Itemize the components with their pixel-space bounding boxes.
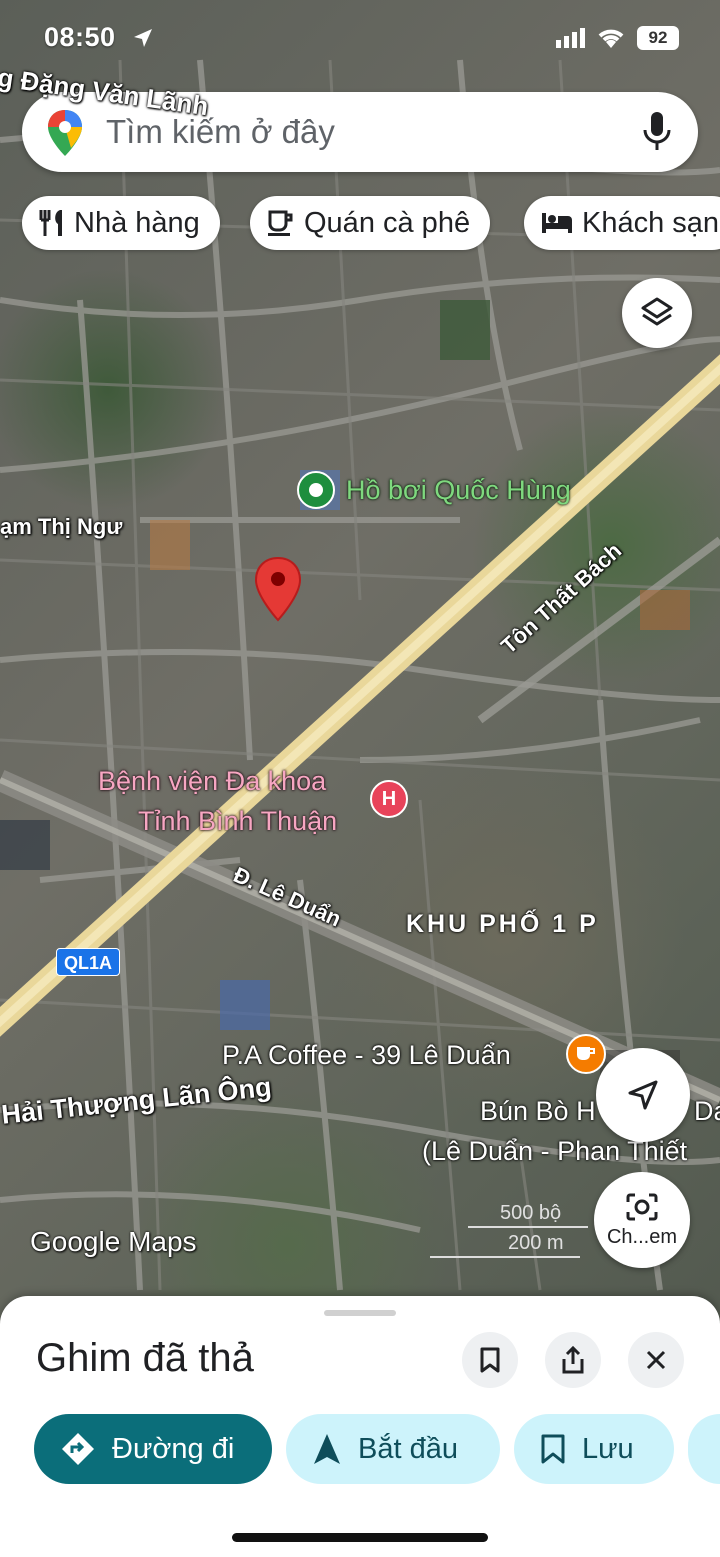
search-input[interactable]: Tìm kiếm ở đây	[106, 113, 335, 151]
layers-button[interactable]	[622, 278, 692, 348]
close-icon	[646, 1350, 666, 1370]
battery-indicator: 92	[637, 26, 679, 50]
chip-label: Khách sạn	[582, 206, 720, 239]
save-button[interactable]: Lưu	[514, 1414, 674, 1484]
share-icon	[562, 1345, 584, 1374]
start-button[interactable]: Bắt đầu	[286, 1414, 500, 1484]
bookmark-icon	[541, 1434, 565, 1464]
directions-button[interactable]: Đường đi	[34, 1414, 272, 1484]
place-label: P.A Coffee - 39 Lê Duẩn	[222, 1040, 511, 1070]
navigation-arrow-icon	[314, 1434, 340, 1464]
google-maps-logo: Google Maps	[30, 1226, 197, 1257]
chip-coffee[interactable]: Quán cà phê	[250, 196, 491, 250]
status-time: 08:50	[44, 22, 116, 52]
scale-m: 200 m	[508, 1232, 564, 1254]
restaurant-icon	[39, 210, 62, 236]
chip-restaurants[interactable]: Nhà hàng	[22, 196, 220, 250]
district-label: KHU PHỐ 1 P	[406, 910, 599, 938]
google-maps-pin-icon	[48, 110, 82, 156]
my-location-button[interactable]	[596, 1048, 690, 1142]
save-icon-button[interactable]	[462, 1332, 518, 1388]
camera-label: Ch...em	[606, 1225, 678, 1248]
chip-label: Quán cà phê	[304, 206, 471, 239]
home-indicator	[232, 1533, 488, 1542]
scale-bar	[468, 1226, 588, 1228]
cellular-signal-icon	[556, 28, 585, 48]
place-label: Hồ bơi Quốc Hùng	[346, 475, 571, 505]
place-label: Bún Bò H	[480, 1096, 596, 1126]
coffee-icon	[268, 210, 293, 236]
coffee-marker-icon	[566, 1034, 606, 1074]
location-arrow-icon	[134, 29, 152, 47]
hospital-marker-icon: H	[370, 780, 408, 818]
hotel-icon	[542, 213, 572, 233]
action-label: Bắt đầu	[358, 1432, 458, 1465]
camera-icon	[626, 1193, 658, 1220]
sheet-drag-handle[interactable]	[324, 1310, 396, 1316]
map-scale: 500 bộ 200 m	[430, 1198, 590, 1258]
navigation-arrow-icon	[628, 1080, 658, 1110]
sheet-title: Ghim đã thả	[36, 1336, 254, 1380]
action-label: Đường đi	[112, 1432, 235, 1465]
bottom-sheet[interactable]: Ghim đã thả Đường đi Bắt đầu Lưu	[0, 1296, 720, 1557]
chip-hotels[interactable]: Khách sạn	[524, 196, 720, 250]
scale-bar	[430, 1256, 580, 1258]
street-label: ạm Thị Ngư	[0, 514, 123, 539]
dropped-pin-icon[interactable]	[254, 556, 302, 622]
place-label: Tỉnh Bình Thuận	[138, 806, 338, 836]
chip-label: Nhà hàng	[74, 206, 200, 239]
highway-shield: QL1A	[56, 948, 120, 976]
status-bar: 08:50 92	[0, 18, 720, 62]
wifi-icon	[598, 29, 624, 48]
layers-icon	[641, 297, 673, 326]
camera-search-button[interactable]: Ch...em	[594, 1172, 690, 1268]
action-label: Lưu	[582, 1432, 634, 1465]
share-button[interactable]	[545, 1332, 601, 1388]
place-marker-icon	[297, 471, 335, 509]
bookmark-icon	[480, 1347, 500, 1373]
place-label: Da	[694, 1096, 720, 1126]
more-actions-button[interactable]	[688, 1414, 720, 1484]
directions-icon	[62, 1433, 94, 1465]
scale-ft: 500 bộ	[500, 1202, 562, 1224]
close-button[interactable]	[628, 1332, 684, 1388]
microphone-icon[interactable]	[642, 110, 672, 154]
place-label: Bệnh viện Đa khoa	[98, 766, 327, 796]
